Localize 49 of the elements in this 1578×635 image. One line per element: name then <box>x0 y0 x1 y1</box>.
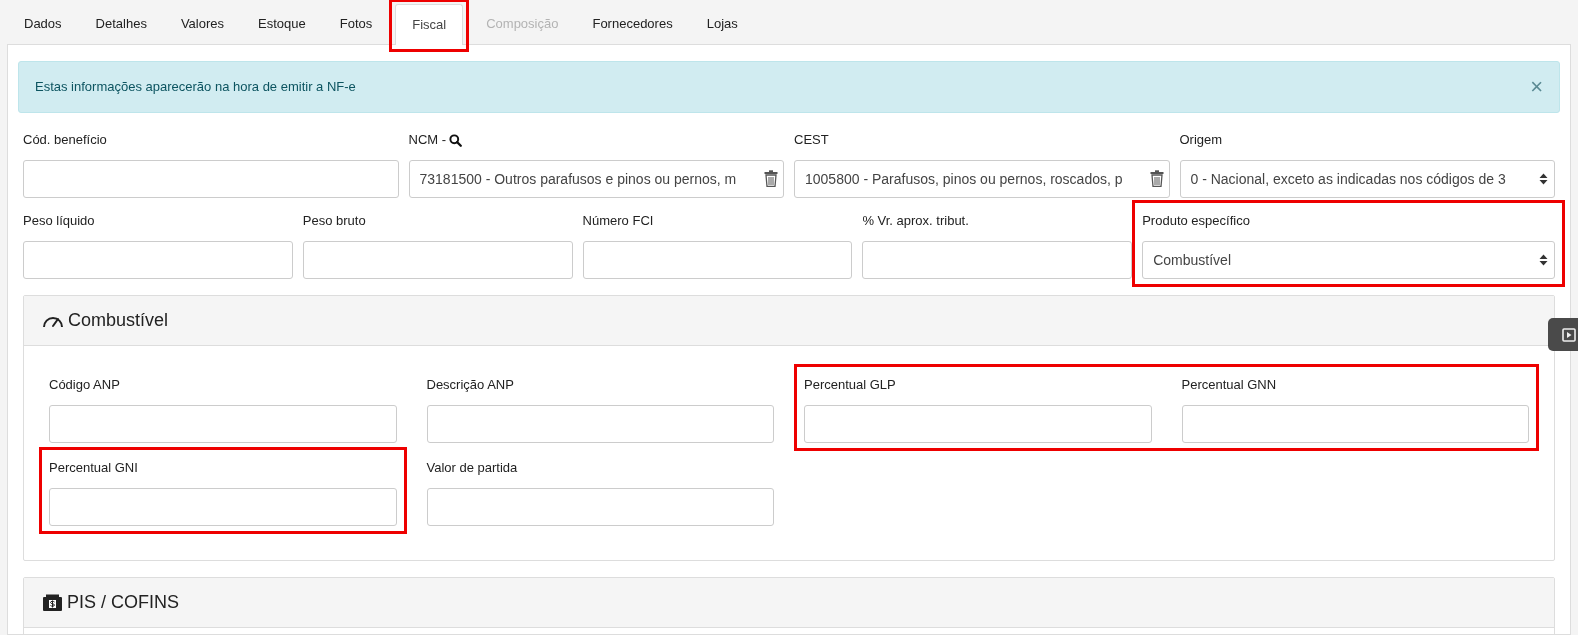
select-field[interactable]: 0 - Nacional, exceto as indicadas nos códigos de 3 <box>1179 160 1555 198</box>
input-field[interactable] <box>49 405 397 443</box>
input-field[interactable]: 1005800 - Parafusos, pinos ou pernos, roscados, p <box>794 160 1170 198</box>
select-arrows-icon <box>1539 254 1548 266</box>
select-arrows-icon <box>1539 173 1548 185</box>
trash-icon <box>764 170 778 187</box>
field-label: Cód. benefício <box>23 131 107 150</box>
input-field[interactable] <box>804 405 1152 443</box>
section-title: PIS / COFINS <box>67 591 180 614</box>
field-label: CEST <box>794 131 829 150</box>
input-field[interactable] <box>23 241 293 279</box>
tab[interactable]: Fornecedores <box>575 2 690 44</box>
field-label: Valor de partida <box>426 459 518 478</box>
input-field[interactable] <box>1181 405 1529 443</box>
field-label: Percentual GNN <box>1181 376 1277 395</box>
section-title: Combustível <box>68 309 169 332</box>
tab[interactable]: Valores <box>163 2 241 44</box>
tab[interactable]: Detalhes <box>78 2 164 44</box>
field-label: Produto específico <box>1142 212 1250 231</box>
trash-icon <box>1149 170 1164 187</box>
field-label: Origem <box>1179 131 1223 150</box>
input-field[interactable]: 73181500 - Outros parafusos e pinos ou pernos, m <box>408 160 784 198</box>
play-icon <box>1562 327 1576 342</box>
tab[interactable]: Estoque <box>241 2 323 44</box>
field-label: Número FCI <box>582 212 654 231</box>
field-label: Percentual GNI <box>49 459 138 478</box>
input-field[interactable] <box>426 405 774 443</box>
select-field[interactable]: Combustível <box>1142 241 1555 279</box>
tab[interactable]: Dados <box>7 2 79 44</box>
input-field[interactable] <box>49 488 397 526</box>
field-label: NCM - <box>408 131 447 150</box>
input-field[interactable] <box>582 241 853 279</box>
tab[interactable]: Fotos <box>322 2 390 44</box>
tab[interactable]: Lojas <box>689 2 755 44</box>
field-label: Percentual GLP <box>804 376 896 395</box>
field-label: % Vr. aprox. tribut. <box>862 212 969 231</box>
side-panel-button[interactable] <box>1548 318 1578 351</box>
tab[interactable]: Fiscal <box>395 3 464 45</box>
search-icon <box>449 133 463 147</box>
alert-message: Estas informações aparecerão na hora de emitir a NF-e <box>35 78 356 97</box>
cash-register-icon <box>42 593 63 612</box>
input-field[interactable] <box>302 241 573 279</box>
field-label: Peso bruto <box>302 212 366 231</box>
field-label: Peso líquido <box>23 212 95 231</box>
input-field[interactable] <box>862 241 1133 279</box>
input-field[interactable] <box>23 160 399 198</box>
field-label: Descrição ANP <box>426 376 514 395</box>
field-label: Código ANP <box>49 376 120 395</box>
input-field[interactable] <box>426 488 774 526</box>
